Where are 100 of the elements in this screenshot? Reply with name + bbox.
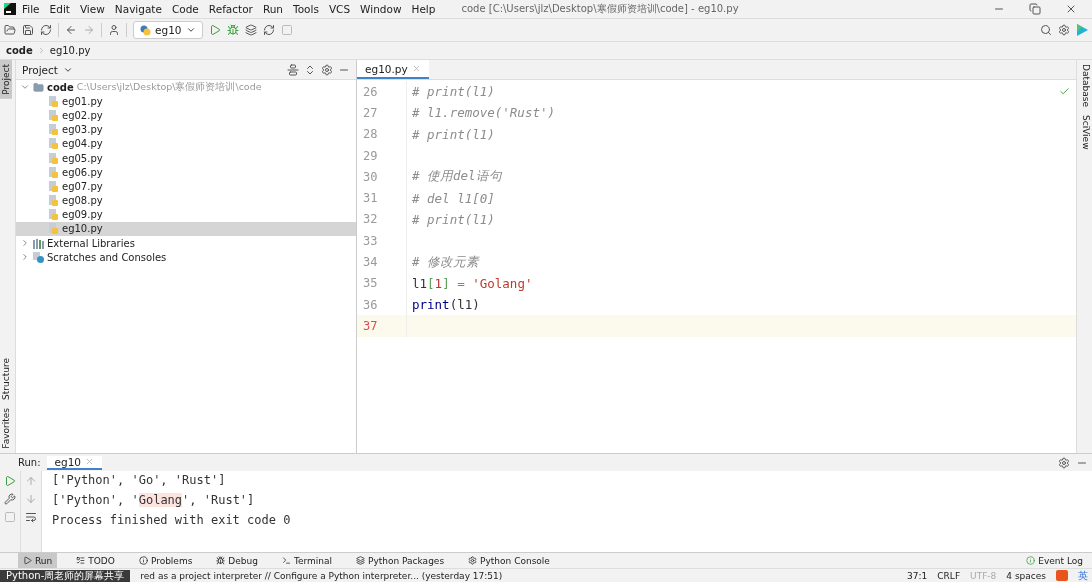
settings-icon[interactable] [1058, 456, 1070, 469]
indent-setting[interactable]: 4 spaces [1006, 570, 1046, 581]
tree-item[interactable]: eg05.py [16, 150, 356, 166]
side-tool-tab[interactable]: Structure [0, 354, 12, 405]
menu-item[interactable]: Window [356, 3, 406, 15]
settings-icon[interactable] [321, 63, 333, 76]
tool-window-tab[interactable]: Python Console [463, 553, 555, 568]
menu-item[interactable]: View [75, 3, 109, 15]
plugin-logo-icon[interactable] [1076, 24, 1088, 36]
input-method-logo-icon[interactable] [1056, 570, 1068, 581]
close-icon[interactable] [1065, 3, 1077, 15]
line-number: 33 [357, 230, 407, 252]
menu-item[interactable]: Code [167, 3, 203, 15]
editor-tab[interactable]: eg10.py [357, 60, 429, 79]
terminal-icon [281, 556, 291, 565]
menu-item[interactable]: Refactor [204, 3, 257, 15]
panel-title[interactable]: Project [22, 63, 58, 76]
run-configuration-dropdown[interactable]: eg10 [133, 21, 203, 39]
code-line: # print(l1) [411, 84, 495, 100]
code-line: # 使用del语句 [411, 168, 502, 186]
breadcrumb-item[interactable]: eg10.py [49, 45, 91, 56]
tree-item[interactable]: eg02.py [16, 108, 356, 123]
tree-item[interactable]: eg01.py [16, 94, 356, 109]
user-icon[interactable] [108, 24, 120, 36]
line-number: 28 [357, 123, 407, 145]
breadcrumb-item[interactable]: code [6, 45, 33, 56]
tree-item[interactable]: code C:\Users\jlz\Desktop\寒假师资培训\code [16, 80, 356, 95]
run-icon[interactable] [208, 24, 221, 36]
wrench-icon[interactable] [4, 493, 16, 505]
tree-item[interactable]: eg07.py [16, 179, 356, 194]
menu-item[interactable]: Tools [289, 3, 323, 15]
line-number: 34 [357, 251, 407, 273]
line-number: 31 [357, 187, 407, 209]
tree-item[interactable]: Scratches and Consoles [16, 250, 356, 265]
sync-icon[interactable] [40, 24, 52, 36]
search-icon[interactable] [1040, 24, 1052, 36]
tool-window-label: Run: [18, 457, 41, 468]
screen-share-badge: Python-周老师的屏幕共享 [0, 569, 131, 582]
python-file-icon [48, 166, 59, 178]
menu-item[interactable]: Help [407, 3, 440, 15]
line-separator[interactable]: CRLF [937, 570, 961, 581]
coverage-icon[interactable] [244, 24, 257, 36]
status-message: red as a project interpreter // Configure a Python interpreter... (yesterday 17:51) [140, 570, 503, 581]
debug-icon[interactable] [226, 24, 239, 36]
tool-window-tab[interactable]: Debug [211, 553, 263, 568]
python-file-icon [48, 152, 59, 164]
tree-item[interactable]: External Libraries [16, 236, 356, 251]
tree-item[interactable]: eg10.py [16, 221, 356, 237]
python-file-icon [48, 195, 59, 207]
tool-window-tab[interactable]: TODO [71, 553, 120, 568]
layers-icon [356, 556, 365, 565]
code-line: # l1.remove('Rust') [411, 105, 555, 121]
python-file-icon [48, 109, 59, 121]
profile-icon[interactable] [262, 24, 275, 36]
tool-window-tab[interactable]: Python Packages [351, 553, 450, 568]
tool-window-tab[interactable]: Problems [133, 553, 198, 568]
python-logo-icon [140, 24, 151, 36]
menu-item[interactable]: Edit [45, 3, 74, 15]
tool-window-tab[interactable]: Run [18, 553, 58, 568]
info-icon [138, 556, 148, 565]
console-output-line: Process finished with exit code 0 [52, 513, 291, 529]
line-number: 27 [357, 102, 407, 124]
side-tool-tab[interactable]: Favorites [0, 404, 12, 453]
tree-item[interactable]: eg04.py [16, 136, 356, 151]
soft-wrap-icon[interactable] [25, 511, 37, 523]
info-icon [1026, 556, 1036, 565]
code-line: print(l1) [411, 297, 480, 313]
menu-item[interactable]: Run [258, 3, 288, 15]
tool-window-tab[interactable]: Terminal [276, 553, 337, 568]
input-language[interactable]: 英 [1078, 568, 1088, 582]
console-tab[interactable]: eg10 [46, 455, 103, 470]
collapse-all-icon[interactable] [304, 63, 316, 76]
list-icon [76, 556, 86, 565]
back-arrow-icon[interactable] [65, 24, 77, 36]
bug-icon [216, 556, 226, 565]
side-tool-tab[interactable]: Project [0, 60, 12, 99]
tree-item[interactable]: eg09.py [16, 207, 356, 222]
event-log-button[interactable]: Event Log [1021, 553, 1088, 568]
tree-item[interactable]: eg06.py [16, 165, 356, 180]
python-file-icon [48, 223, 59, 235]
menu-item[interactable]: VCS [324, 3, 355, 15]
code-line: l1[1] = 'Golang' [411, 275, 533, 291]
settings-icon[interactable] [1058, 24, 1070, 36]
menu-item[interactable]: Navigate [110, 3, 166, 15]
folder-path: C:\Users\jlz\Desktop\寒假师资培训\code [76, 80, 262, 94]
side-tool-tab[interactable]: Database [1077, 60, 1092, 111]
menu-item[interactable]: File [18, 3, 44, 15]
python-file-icon [48, 209, 59, 221]
restore-icon[interactable] [1029, 3, 1041, 15]
line-number: 29 [357, 144, 407, 167]
tree-item[interactable]: eg03.py [16, 122, 356, 137]
side-tool-tab[interactable]: SciView [1077, 110, 1092, 154]
cursor-position[interactable]: 37:1 [907, 570, 928, 581]
save-icon[interactable] [22, 24, 34, 36]
python-file-icon [48, 138, 59, 150]
rerun-icon[interactable] [4, 475, 16, 487]
line-number: 26 [357, 81, 407, 103]
tree-item[interactable]: eg08.py [16, 193, 356, 208]
open-folder-icon[interactable] [4, 24, 16, 36]
python-file-icon [48, 180, 59, 192]
